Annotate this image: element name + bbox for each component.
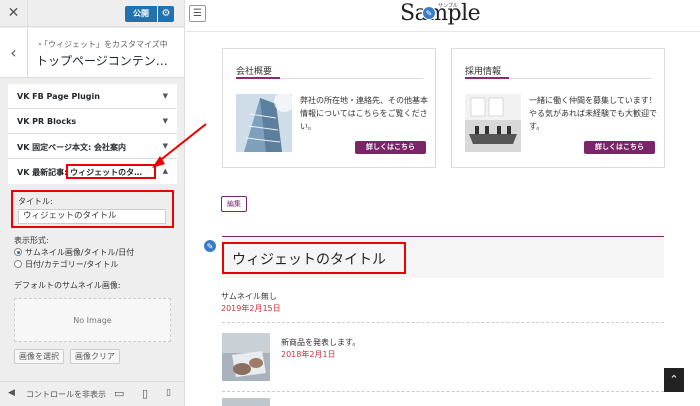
widget-item-label: VK FB Page Plugin [17,92,100,101]
divider-accent [465,77,509,79]
chevron-down-icon: ▼ [162,92,168,100]
title-input[interactable]: ウィジェットのタイトル [18,209,166,224]
pr-card: 会社概要 弊社の所在地・連絡先、その他基本情報についてはこちらをご覧ください。 … [222,48,436,168]
collapse-icon[interactable]: ◀ [8,388,15,398]
format-option-label: 日付/カテゴリー/タイトル [25,260,119,269]
card-title: 会社概要 [236,67,273,77]
meeting-room-image [465,94,521,152]
card-text: 弊社の所在地・連絡先、その他基本情報についてはこちらをご覧ください。 [300,96,428,131]
hide-controls-button[interactable]: コントロールを非表示 [26,389,106,400]
section-title: トップページコンテン… [36,54,168,68]
site-logo-subtitle: サンプル [438,3,458,9]
format-option-date[interactable]: 日付/カテゴリー/タイトル [14,259,118,270]
tablet-icon[interactable]: ▯ [142,387,148,400]
back-icon[interactable]: ‹ [0,28,28,78]
select-image-button[interactable]: 画像を選択 [14,349,64,364]
card-text: 一緒に働く仲間を募集しています！やる気があれば未経験でも大歓迎です。 [529,96,657,131]
thumbnail-placeholder: No Image [14,298,171,342]
post-thumbnail[interactable] [222,333,270,381]
edit-shortcut-icon[interactable]: ✎ [422,6,436,20]
menu-icon[interactable]: ☰ [189,5,206,22]
thumbnail-label: デフォルトのサムネイル画像: [14,281,121,290]
highlight-box [222,242,406,274]
desktop-icon[interactable]: ▭ [114,387,124,400]
breadcrumb: ・「ウィジェット」をカスタマイズ中 [36,40,168,49]
pr-card: 採用情報 一緒に働く仲間を募集しています！やる気があれば未経験でも大歓迎です。 … [451,48,665,168]
post-title[interactable]: 新商品を発表します。 [281,337,360,348]
edit-button[interactable]: 編集 [221,196,247,212]
clear-image-button[interactable]: 画像クリア [70,349,120,364]
mobile-icon[interactable]: ▯ [166,388,171,398]
post-thumbnail[interactable] [222,398,270,406]
customizer-footer: ◀ コントロールを非表示 ▭ ▯ ▯ [0,381,184,406]
chevron-down-icon: ▼ [162,117,168,125]
customizer-top-bar: ✕ 公開 ⚙ [0,0,184,27]
format-option-thumbnail[interactable]: サムネイル画像/タイトル/日付 [14,247,134,258]
publish-button[interactable]: 公開 [125,6,157,22]
post-date: 2019年2月15日 [221,304,281,313]
title-label: タイトル: [18,197,53,206]
widget-item-pr-blocks[interactable]: VK PR Blocks ▼ [8,109,177,134]
customizer-sidebar: ✕ 公開 ⚙ ‹ ・「ウィジェット」をカスタマイズ中 トップページコンテン… V… [0,0,185,406]
scroll-top-button[interactable]: ⌃ [664,368,684,392]
divider [222,322,664,323]
section-header: ‹ ・「ウィジェット」をカスタマイズ中 トップページコンテン… [0,28,184,78]
highlight-box [66,164,156,179]
radio-icon[interactable] [14,260,22,268]
chevron-down-icon: ▼ [162,142,168,150]
radio-checked-icon[interactable] [14,248,22,256]
post-title[interactable]: サムネイル無し [221,291,277,302]
widget-item-label: VK 固定ページ本文: 会社案内 [17,143,126,152]
divider-accent [236,77,280,79]
post-date: 2018年2月1日 [281,350,336,359]
site-header: ☰ Sample サンプル ✎ [186,0,700,32]
edit-shortcut-icon[interactable]: ✎ [203,239,217,253]
widget-item-page-content[interactable]: VK 固定ページ本文: 会社案内 ▼ [8,134,177,159]
widget-form: タイトル: ウィジェットのタイトル 表示形式: サムネイル画像/タイトル/日付 … [8,184,177,380]
widget-item-latest-posts[interactable]: VK 最新記事: ウィジェットのタ… ▲ [8,159,177,184]
gear-icon[interactable]: ⚙ [158,6,174,22]
widget-item-label: VK PR Blocks [17,117,77,126]
widget-item-fb-page-plugin[interactable]: VK FB Page Plugin ▼ [8,84,177,109]
close-icon[interactable]: ✕ [0,0,28,27]
format-option-label: サムネイル画像/タイトル/日付 [25,248,135,257]
card-title: 採用情報 [465,67,502,77]
highlight-box: タイトル: ウィジェットのタイトル [11,190,174,228]
building-image [236,94,292,152]
card-more-button[interactable]: 詳しくはこちら [355,141,426,154]
divider [222,391,664,392]
format-label: 表示形式: [14,236,49,245]
site-preview: ☰ Sample サンプル ✎ 会社概要 弊社の所在地・連絡先、その他基本情報に… [186,0,700,406]
card-more-button[interactable]: 詳しくはこちら [584,141,655,154]
chevron-up-icon: ▲ [162,167,168,175]
